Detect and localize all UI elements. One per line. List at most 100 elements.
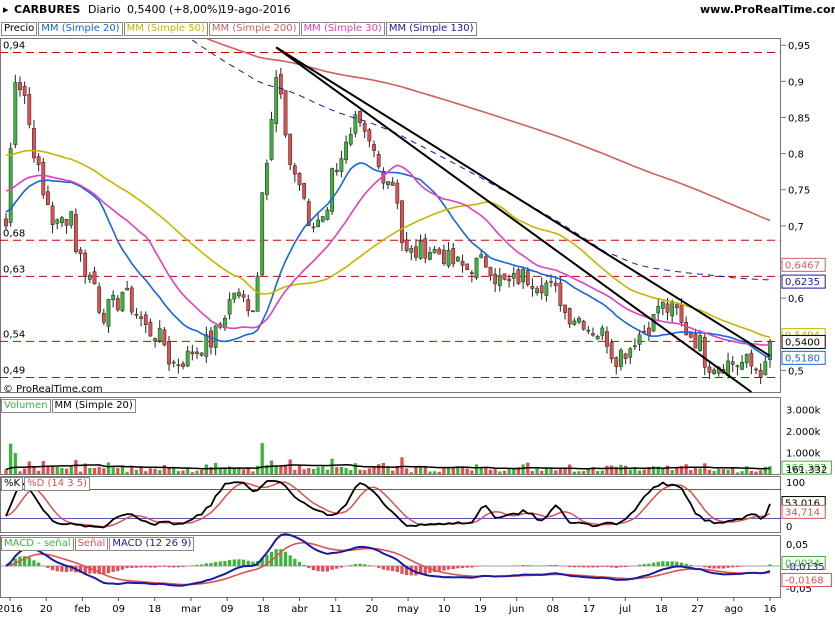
legend-volume[interactable]: Volumen xyxy=(1,399,51,413)
macd-hist-bar xyxy=(349,565,353,566)
macd-hist-bar xyxy=(223,560,227,566)
candle-body xyxy=(400,200,404,243)
legend-k[interactable]: %K xyxy=(1,477,24,491)
candle-body xyxy=(64,218,69,226)
volume-bar xyxy=(637,470,642,474)
volume-bar xyxy=(712,471,716,474)
candle-body xyxy=(600,327,605,336)
macd-hist-bar xyxy=(283,551,288,566)
x-axis-label: jun xyxy=(508,604,524,615)
candle-body xyxy=(469,272,474,274)
macd-hist-bar xyxy=(675,561,679,566)
volume-bar xyxy=(535,468,539,474)
candle-body xyxy=(432,249,437,254)
symbol-title: CARBURES xyxy=(14,3,81,16)
volume-bar xyxy=(111,467,115,474)
legend-sma30[interactable]: MM (Simple 30) xyxy=(300,22,385,36)
level-label: 0,68 xyxy=(3,228,25,239)
candle-body xyxy=(334,169,339,172)
macd-hist-bar xyxy=(465,566,469,568)
price-tick-label: 0,6 xyxy=(788,294,804,305)
macd-hist-bar xyxy=(367,565,371,566)
macd-hist-bar xyxy=(535,565,539,566)
volume-bar xyxy=(144,471,148,474)
legend-signal[interactable]: Señal xyxy=(74,537,109,551)
candle-body xyxy=(190,351,195,355)
candle-body xyxy=(628,348,633,358)
x-axis-label: 20 xyxy=(366,604,379,615)
candle-body xyxy=(139,316,143,319)
candle-body xyxy=(702,336,707,368)
macd-hist-bar xyxy=(232,559,236,566)
legend-sma130[interactable]: MM (Simple 130) xyxy=(385,22,477,36)
macd-hist-bar xyxy=(335,566,339,569)
candle-body xyxy=(688,332,693,338)
candle-body xyxy=(339,158,344,172)
legend-d[interactable]: %D (14 3 5) xyxy=(24,477,91,491)
macd-value: -0,0168 xyxy=(785,575,824,586)
macd-hist-bar xyxy=(451,566,455,570)
macd-hist-bar xyxy=(400,566,404,574)
site-label[interactable]: www.ProRealTime.com xyxy=(700,3,835,16)
volume-bar xyxy=(367,468,371,474)
legend-precio[interactable]: Precio xyxy=(1,22,38,36)
macd-hist-bar xyxy=(293,558,297,566)
candle-body xyxy=(758,370,763,378)
candle-body xyxy=(586,329,591,332)
macd-hist-bar xyxy=(656,561,660,566)
candle-body xyxy=(246,299,251,312)
volume-bar xyxy=(246,467,250,474)
candle-body xyxy=(460,260,465,266)
candle-body xyxy=(241,294,246,298)
macd-hist-bar xyxy=(55,566,59,572)
volume-bar xyxy=(600,470,604,474)
macd-hist-bar xyxy=(684,563,688,566)
candle-body xyxy=(763,361,768,376)
volume-bar xyxy=(754,471,758,474)
legend-macd[interactable]: MACD (12 26 9) xyxy=(109,537,195,551)
candle-body xyxy=(595,335,600,340)
price-tick-label: 0,5 xyxy=(788,366,804,377)
volume-bar xyxy=(200,469,204,474)
legend-sma200[interactable]: MM (Simple 200) xyxy=(208,22,300,36)
candle-body xyxy=(502,273,507,280)
macd-hist-bar xyxy=(596,566,600,568)
level-label: 0,49 xyxy=(3,366,25,377)
macd-hist-bar xyxy=(339,566,344,568)
legend-volume-sma[interactable]: MM (Simple 20) xyxy=(51,399,136,413)
volume-bar xyxy=(502,470,507,474)
legend-sma20[interactable]: MM (Simple 20) xyxy=(38,22,123,36)
candle-body xyxy=(157,328,162,341)
volume-bar xyxy=(162,465,167,474)
macd-hist-bar xyxy=(195,564,199,566)
candle-body xyxy=(134,314,139,316)
candle-body xyxy=(92,271,97,285)
candle-body xyxy=(730,361,735,365)
candle-body xyxy=(567,308,572,325)
level-label: 0,94 xyxy=(3,40,25,51)
candle-body xyxy=(525,270,530,285)
macd-hist-bar xyxy=(637,564,642,566)
volume-bar xyxy=(46,465,50,474)
volume-bar xyxy=(661,468,665,474)
header-icon[interactable]: ▸ xyxy=(3,3,9,16)
price-tick-label: 0,95 xyxy=(788,41,810,52)
candle-body xyxy=(483,256,488,268)
macd-hist-bar xyxy=(526,565,530,566)
candle-body xyxy=(171,361,176,364)
candle-body xyxy=(22,85,27,96)
legend-macd-hist[interactable]: MACD - señal xyxy=(1,537,74,551)
legend-sma50[interactable]: MM (Simple 50) xyxy=(123,22,208,36)
macd-signal-value: -0,0135 xyxy=(786,562,825,573)
candle-body xyxy=(260,192,265,276)
macd-hist-bar xyxy=(609,566,614,568)
macd-hist-bar xyxy=(237,559,241,566)
macd-hist-bar xyxy=(665,561,670,566)
macd-hist-bar xyxy=(391,566,395,572)
macd-hist-bar xyxy=(707,566,712,569)
x-axis-label: 09 xyxy=(221,604,234,615)
level-label: 0,63 xyxy=(3,264,25,275)
candle-body xyxy=(348,134,353,145)
period-label: Diario xyxy=(88,3,121,16)
macd-hist-bar xyxy=(446,566,451,570)
